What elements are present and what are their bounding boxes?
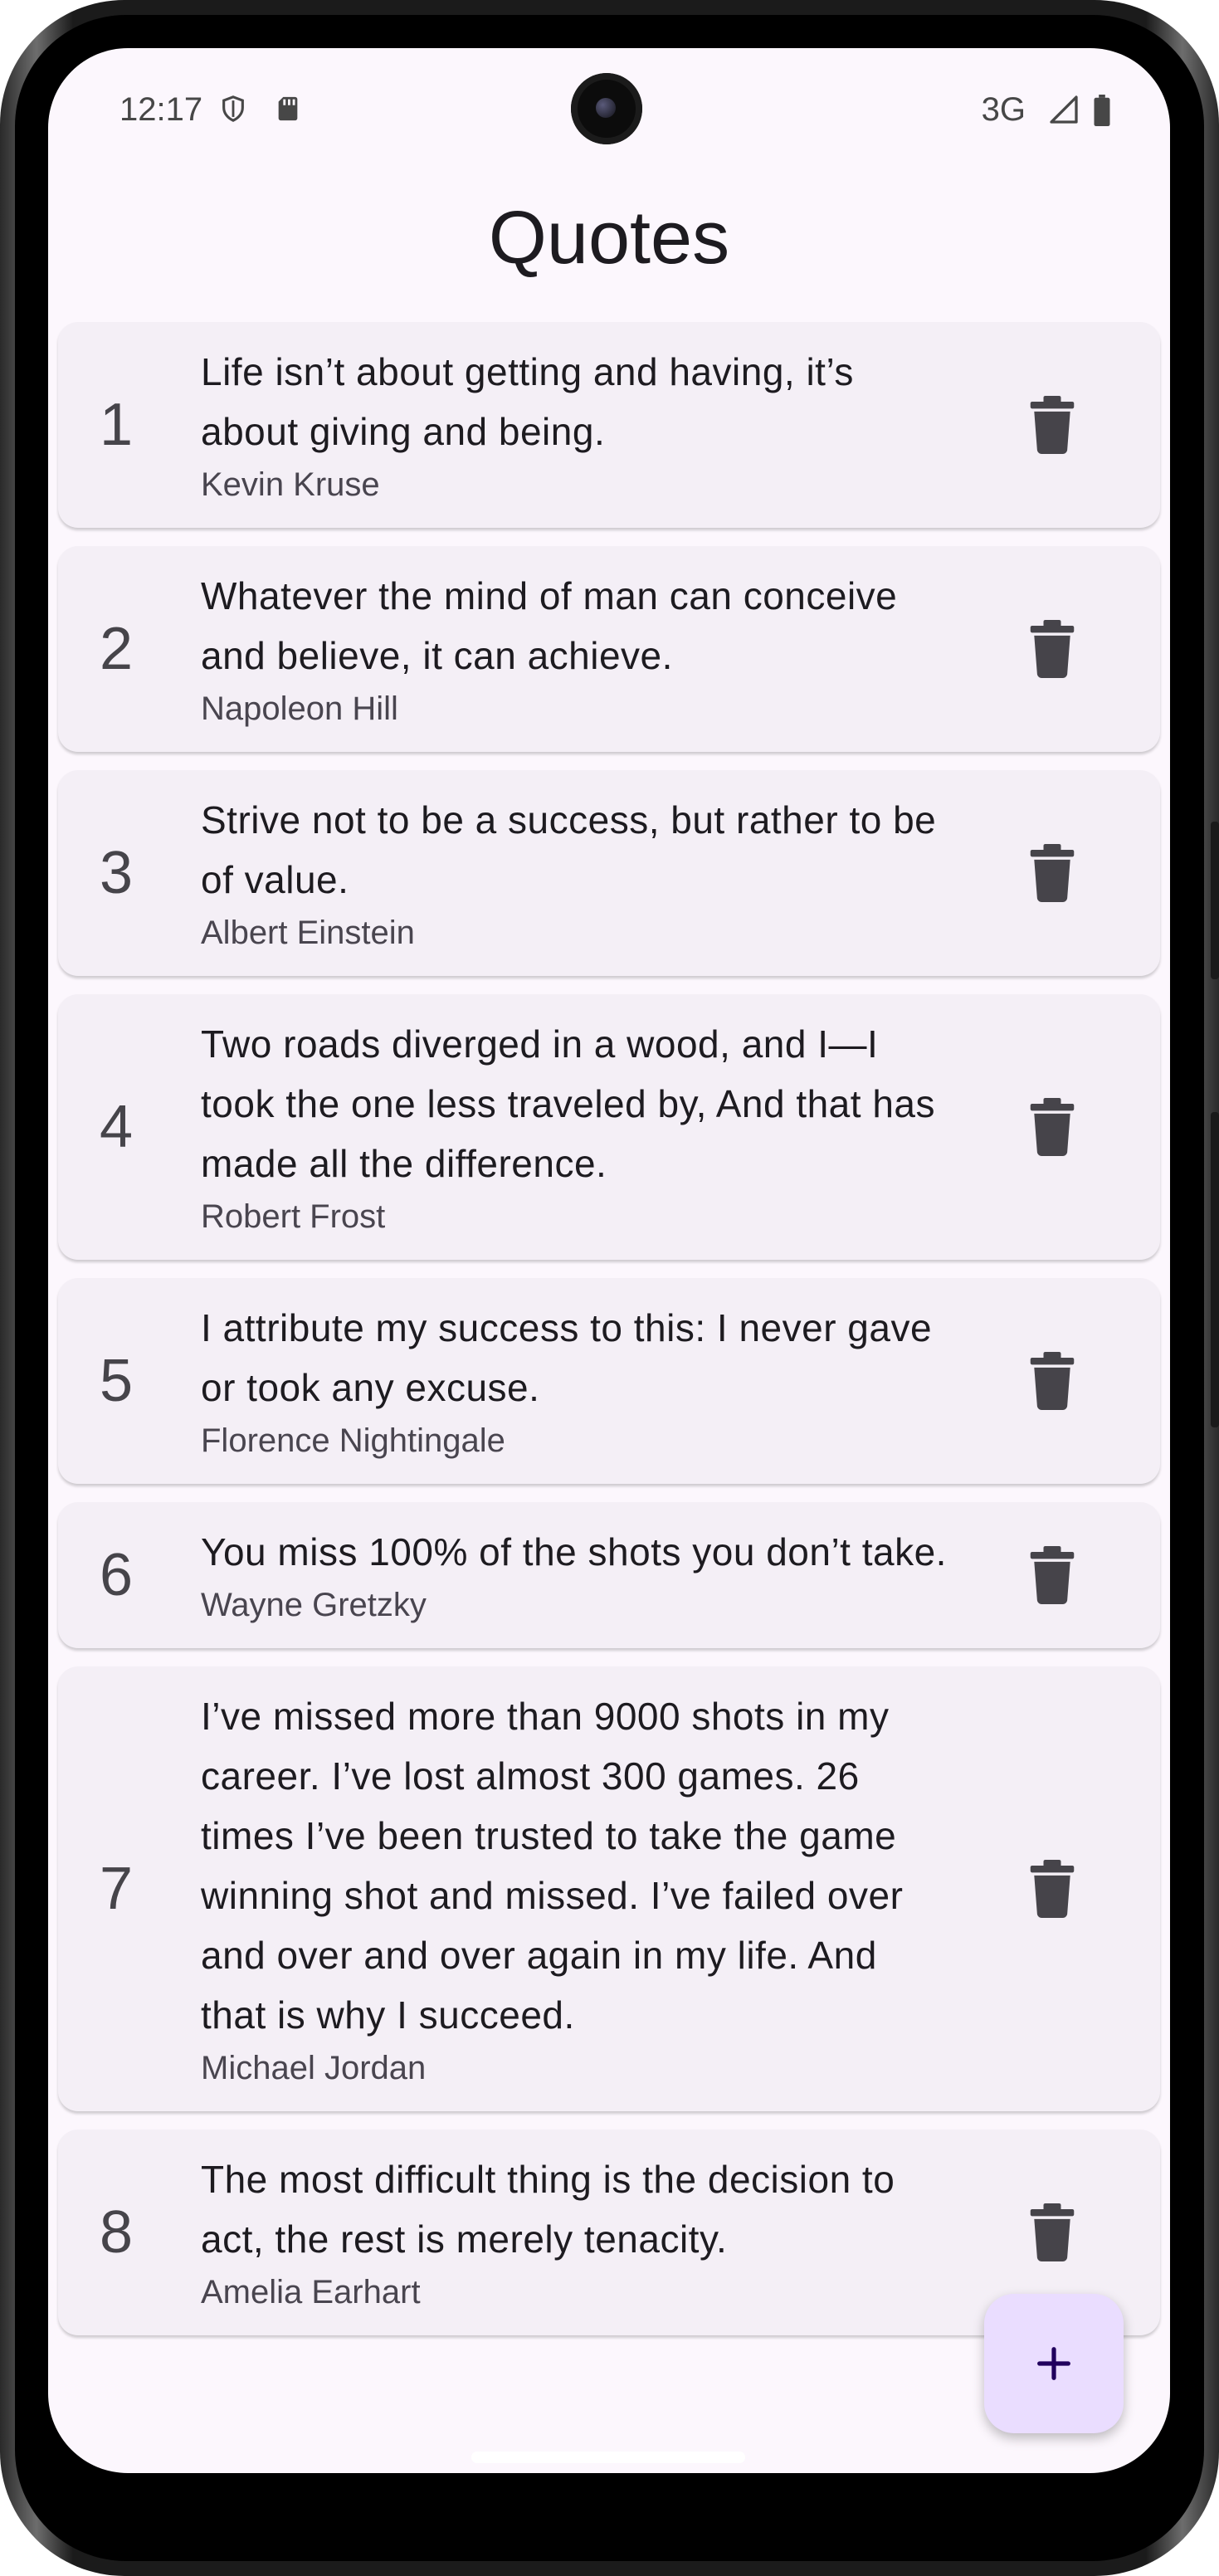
quote-author: Kevin Kruse	[201, 466, 380, 503]
battery-icon	[1092, 95, 1112, 126]
quote-text: The most difficult thing is the decision…	[201, 2158, 895, 2261]
quote-body: You miss 100% of the shots you don’t tak…	[201, 1502, 948, 1648]
screen: 12:17 3G Quotes 1 Life isn’t about gettin…	[48, 48, 1170, 2473]
quote-author: Napoleon Hill	[201, 690, 398, 727]
volume-button	[1211, 822, 1219, 979]
quote-body: Strive not to be a success, but rather t…	[201, 770, 948, 976]
delete-button[interactable]	[1021, 1095, 1084, 1159]
quote-card[interactable]: 2 Whatever the mind of man can conceive a…	[58, 546, 1160, 752]
quote-number: 4	[99, 1094, 134, 1160]
delete-button[interactable]	[1021, 617, 1084, 681]
quote-number: 6	[99, 1542, 134, 1608]
phone-frame: 12:17 3G Quotes 1 Life isn’t about gettin…	[0, 0, 1219, 2576]
quote-text: Life isn’t about getting and having, it’…	[201, 350, 854, 453]
quote-number: 7	[99, 1856, 134, 1922]
quote-card[interactable]: 1 Life isn’t about getting and having, it…	[58, 322, 1160, 528]
signal-icon	[1049, 95, 1078, 124]
delete-button[interactable]	[1021, 393, 1084, 456]
trash-icon	[1030, 620, 1075, 678]
trash-icon	[1030, 1098, 1075, 1156]
shield-icon	[219, 95, 247, 123]
delete-button[interactable]	[1021, 1544, 1084, 1607]
quote-text: I’ve missed more than 9000 shots in my c…	[201, 1695, 904, 2037]
delete-button[interactable]	[1021, 842, 1084, 905]
delete-button[interactable]	[1021, 1349, 1084, 1412]
quote-number: 2	[99, 616, 134, 682]
quote-body: Two roads diverged in a wood, and I—I to…	[201, 994, 948, 1260]
delete-button[interactable]	[1021, 1857, 1084, 1920]
add-quote-button[interactable]	[984, 2294, 1124, 2433]
plus-icon	[1037, 2347, 1070, 2380]
trash-icon	[1030, 1546, 1075, 1604]
quote-body: Life isn’t about getting and having, it’…	[201, 322, 948, 528]
quote-text: Whatever the mind of man can conceive an…	[201, 574, 898, 677]
quote-author: Wayne Gretzky	[201, 1587, 427, 1623]
quote-number: 5	[99, 1348, 134, 1414]
trash-icon	[1030, 1860, 1075, 1918]
quote-number: 1	[99, 392, 134, 458]
trash-icon	[1030, 1352, 1075, 1410]
quote-text: You miss 100% of the shots you don’t tak…	[201, 1530, 947, 1573]
quote-author: Robert Frost	[201, 1198, 386, 1235]
quote-card[interactable]: 6 You miss 100% of the shots you don’t ta…	[58, 1502, 1160, 1648]
quote-card[interactable]: 5 I attribute my success to this: I never…	[58, 1278, 1160, 1484]
quote-text: Strive not to be a success, but rather t…	[201, 798, 937, 901]
quote-author: Michael Jordan	[201, 2050, 427, 2086]
quote-body: Whatever the mind of man can conceive an…	[201, 546, 948, 752]
quote-body: I’ve missed more than 9000 shots in my c…	[201, 1666, 948, 2111]
quote-number: 8	[99, 2199, 134, 2266]
quote-card[interactable]: 3 Strive not to be a success, but rather …	[58, 770, 1160, 976]
quote-author: Florence Nightingale	[201, 1422, 505, 1459]
network-type: 3G	[981, 91, 1026, 128]
quote-text: I attribute my success to this: I never …	[201, 1306, 933, 1409]
quote-number: 3	[99, 840, 134, 906]
trash-icon	[1030, 396, 1075, 454]
page-title: Quotes	[488, 197, 730, 280]
quote-body: I attribute my success to this: I never …	[201, 1278, 948, 1484]
quote-card[interactable]: 4 Two roads diverged in a wood, and I—I t…	[58, 994, 1160, 1260]
quote-list[interactable]: 1 Life isn’t about getting and having, it…	[58, 322, 1160, 2354]
quote-author: Amelia Earhart	[201, 2274, 421, 2310]
quote-card[interactable]: 7 I’ve missed more than 9000 shots in my …	[58, 1666, 1160, 2111]
power-button	[1211, 1112, 1219, 1427]
delete-button[interactable]	[1021, 2201, 1084, 2264]
sim-card-icon	[274, 95, 302, 123]
status-time: 12:17	[119, 91, 203, 128]
trash-icon	[1030, 844, 1075, 902]
quote-text: Two roads diverged in a wood, and I—I to…	[201, 1022, 935, 1185]
quote-body: The most difficult thing is the decision…	[201, 2130, 948, 2335]
front-camera	[571, 73, 642, 144]
trash-icon	[1030, 2203, 1075, 2261]
gesture-navigation-bar[interactable]	[471, 2452, 745, 2463]
status-bar: 12:17 3G	[48, 48, 1170, 173]
quote-author: Albert Einstein	[201, 915, 415, 951]
